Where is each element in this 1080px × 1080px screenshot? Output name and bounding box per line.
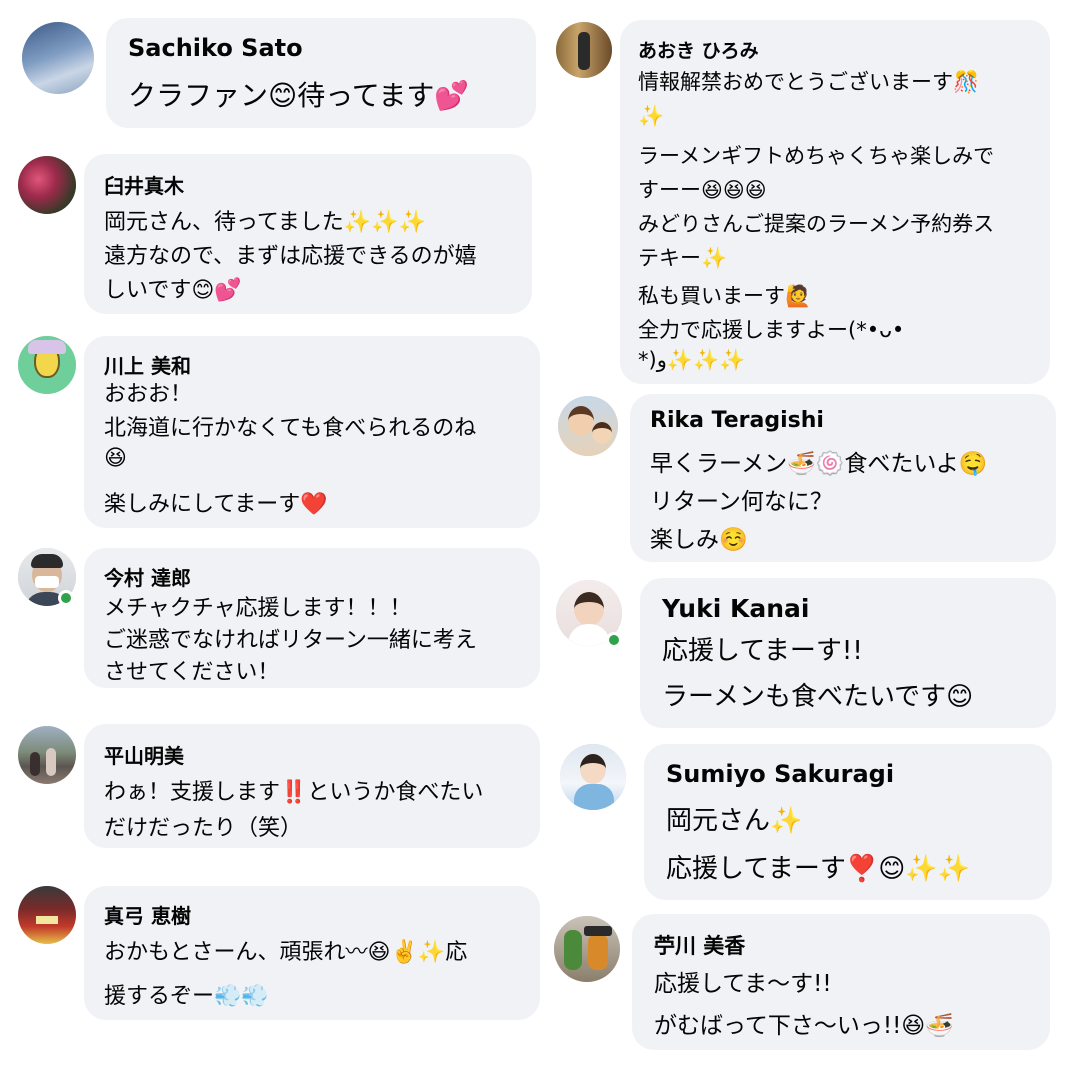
comment-text: すーー😆😆😆 xyxy=(638,178,767,202)
comment-text: 応援してま〜す!! xyxy=(654,971,832,997)
comment-text: ラーメンも食べたいです😊 xyxy=(662,682,974,712)
comment-author[interactable]: Yuki Kanai xyxy=(662,594,809,623)
comment-author[interactable]: 臼井真木 xyxy=(104,170,184,199)
comment-text: 私も買いまーす🙋 xyxy=(638,284,812,308)
avatar[interactable] xyxy=(554,916,620,982)
avatar[interactable] xyxy=(18,336,76,394)
comment-author[interactable]: Rika Teragishi xyxy=(650,408,824,433)
comment-author[interactable]: 平山明美 xyxy=(104,740,184,769)
avatar[interactable] xyxy=(558,396,618,456)
comment-text: おかもとさーん、頑張れ〰😆✌️✨応 xyxy=(104,940,468,965)
comment-text: だけだったり（笑） xyxy=(104,816,303,841)
comment-text: リターン何なに？ xyxy=(650,489,833,515)
avatar[interactable] xyxy=(22,22,94,94)
comment-author[interactable]: 苧川 美香 xyxy=(654,930,745,960)
comment-text: わぁ！支援します‼️というか食べたい xyxy=(104,780,484,805)
comment-text: 岡元さん✨ xyxy=(666,806,803,836)
comment-author[interactable]: 真弓 恵樹 xyxy=(104,900,191,929)
comment-text: ラーメンギフトめちゃくちゃ楽しみで xyxy=(638,144,995,168)
comment-text: みどりさんご提案のラーメン予約券ス xyxy=(638,212,995,236)
comment-text: 楽しみ☺️ xyxy=(650,527,748,553)
avatar[interactable] xyxy=(18,156,76,214)
comment-author[interactable]: あおき ひろみ xyxy=(638,36,759,63)
comment-text: 岡元さん、待ってました✨✨✨ xyxy=(104,210,426,235)
comment-text: テキー✨ xyxy=(638,246,728,270)
avatar[interactable] xyxy=(18,886,76,944)
comment-text: 全力で応援しますよー(*•ᴗ• xyxy=(638,318,905,342)
comment-text: させてください！ xyxy=(104,660,280,685)
comment-text: がむばって下さ〜いっ!!😆🍜 xyxy=(654,1013,954,1039)
comment-text: 情報解禁おめでとうございまーす🎊 xyxy=(638,70,980,94)
avatar[interactable] xyxy=(556,22,612,78)
comment-text: メチャクチャ応援します！！！ xyxy=(104,596,412,621)
comment-text: しいです😊💕 xyxy=(104,278,242,303)
comment-text: 援するぞー💨💨 xyxy=(104,984,269,1009)
comment-author[interactable]: Sumiyo Sakuragi xyxy=(666,760,894,788)
comment-text: クラファン😊待ってます💕 xyxy=(128,79,470,112)
comment-text: 早くラーメン🍜🍥食べたいよ🤤 xyxy=(650,451,988,477)
comment-author[interactable]: 今村 達郎 xyxy=(104,562,191,591)
comment-text: ✨ xyxy=(638,104,665,128)
online-status-indicator xyxy=(58,590,74,606)
comment-text: 楽しみにしてまーす❤️ xyxy=(104,492,328,517)
comment-text: 遠方なので、まずは応援できるのが嬉 xyxy=(104,244,477,269)
comment-text: *)و✨✨✨ xyxy=(638,348,746,372)
comment-text: ご迷惑でなければリターン一緒に考え xyxy=(104,628,477,653)
comment-text: 応援してまーす!! xyxy=(662,636,863,666)
online-status-indicator xyxy=(606,632,622,648)
comment-text: おおお！ xyxy=(104,382,193,407)
avatar[interactable] xyxy=(560,744,626,810)
comment-author[interactable]: 川上 美和 xyxy=(104,350,191,379)
comment-text: 北海道に行かなくても食べられるのね xyxy=(104,416,477,441)
comment-author[interactable]: Sachiko Sato xyxy=(128,34,303,62)
comment-text: 応援してまーす❣️😊✨✨ xyxy=(666,854,971,884)
avatar[interactable] xyxy=(18,726,76,784)
comment-text: 😆 xyxy=(104,446,127,471)
